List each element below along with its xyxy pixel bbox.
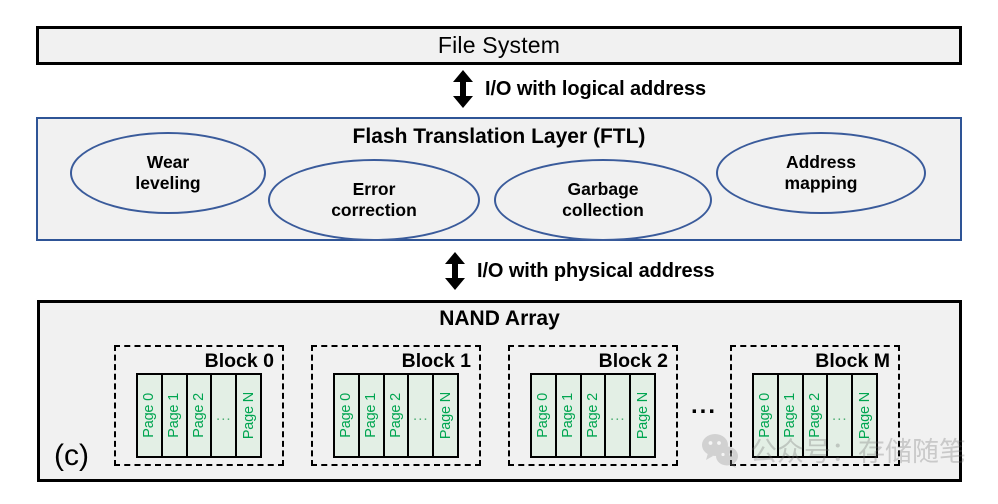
page-label: Page 1 [560, 393, 577, 438]
ftl-function-error-correction-line1: Error [352, 179, 396, 200]
page-label: Page 0 [757, 393, 774, 438]
nand-block: Block 1 Page 0 Page 1 Page 2 ... Page N [311, 345, 481, 466]
nand-block-title: Block 1 [401, 350, 471, 372]
page-cell-ellipsis: ... [606, 375, 632, 456]
nand-block-title: Block M [815, 350, 890, 372]
page-label: Page N [856, 391, 873, 440]
ftl-function-error-correction: Error correction [268, 159, 480, 241]
nand-block-pages: Page 0 Page 1 Page 2 ... Page N [333, 373, 459, 458]
page-label: Page N [240, 391, 257, 440]
double-arrow-vertical-icon [453, 70, 473, 108]
nand-block-pages: Page 0 Page 1 Page 2 ... Page N [530, 373, 656, 458]
page-label: Page 2 [387, 393, 404, 438]
page-ellipsis-label: ... [610, 407, 626, 424]
nand-block-title: Block 2 [598, 350, 668, 372]
page-cell: Page N [434, 375, 457, 456]
panel-label: (c) [54, 439, 89, 472]
page-label: Page 1 [363, 393, 380, 438]
page-label: Page 0 [141, 393, 158, 438]
ftl-function-address-mapping: Address mapping [716, 132, 926, 214]
file-system-box: File System [36, 26, 962, 65]
page-cell: Page 2 [581, 375, 607, 456]
page-label: Page 2 [584, 393, 601, 438]
page-label: Page N [437, 391, 454, 440]
ftl-function-garbage-collection-line2: collection [562, 200, 644, 220]
ftl-function-wear-leveling-line1: Wear [146, 152, 190, 173]
page-label: Page N [634, 391, 651, 440]
ftl-function-wear-leveling-line2: leveling [135, 173, 201, 193]
page-label: Page 1 [166, 393, 183, 438]
nand-block: Block 2 Page 0 Page 1 Page 2 ... Page N [508, 345, 678, 466]
page-ellipsis-label: ... [216, 407, 232, 424]
page-label: Page 2 [190, 393, 207, 438]
page-cell: Page 0 [754, 375, 779, 456]
page-cell-ellipsis: ... [409, 375, 435, 456]
page-cell: Page 1 [162, 375, 188, 456]
page-cell: Page 1 [778, 375, 804, 456]
nand-block-pages: Page 0 Page 1 Page 2 ... Page N [136, 373, 262, 458]
ftl-function-wear-leveling: Wear leveling [70, 132, 266, 214]
page-cell-ellipsis: ... [212, 375, 238, 456]
page-cell: Page 1 [556, 375, 582, 456]
page-cell: Page 1 [359, 375, 385, 456]
page-cell: Page N [853, 375, 876, 456]
page-cell: Page 0 [532, 375, 557, 456]
page-ellipsis-label: ... [832, 407, 848, 424]
file-system-label: File System [437, 32, 561, 58]
nand-blocks-row: Block 0 Page 0 Page 1 Page 2 ... Page N … [114, 345, 950, 469]
io-physical-address-label: I/O with physical address [477, 259, 715, 282]
nand-block: Block M Page 0 Page 1 Page 2 ... Page N [730, 345, 900, 466]
nand-array-title: NAND Array [439, 307, 560, 330]
page-cell: Page N [237, 375, 260, 456]
nand-array-box: NAND Array (c) Block 0 Page 0 Page 1 Pag… [37, 300, 962, 482]
double-arrow-vertical-icon [445, 252, 465, 290]
page-label: Page 0 [338, 393, 355, 438]
io-logical-address-arrow-group: I/O with logical address [452, 68, 706, 110]
ftl-function-address-mapping-line2: mapping [784, 173, 858, 193]
page-label: Page 1 [782, 393, 799, 438]
ftl-function-garbage-collection: Garbage collection [494, 159, 712, 241]
io-physical-address-arrow-group: I/O with physical address [444, 250, 715, 292]
blocks-ellipsis: ... [690, 391, 717, 419]
page-cell-ellipsis: ... [828, 375, 854, 456]
nand-block: Block 0 Page 0 Page 1 Page 2 ... Page N [114, 345, 284, 466]
diagram-canvas: File System I/O with logical address Fla… [0, 0, 998, 504]
io-logical-address-label: I/O with logical address [485, 77, 706, 100]
page-cell: Page N [631, 375, 654, 456]
page-label: Page 2 [806, 393, 823, 438]
ftl-function-error-correction-line2: correction [331, 200, 417, 220]
page-ellipsis-label: ... [413, 407, 429, 424]
page-cell: Page 2 [187, 375, 213, 456]
ftl-function-garbage-collection-line1: Garbage [567, 179, 639, 200]
nand-block-title: Block 0 [204, 350, 274, 372]
page-label: Page 0 [535, 393, 552, 438]
page-cell: Page 2 [803, 375, 829, 456]
nand-block-pages: Page 0 Page 1 Page 2 ... Page N [752, 373, 878, 458]
page-cell: Page 0 [335, 375, 360, 456]
flash-translation-layer-box: Flash Translation Layer (FTL) Wear level… [36, 117, 962, 241]
ftl-function-address-mapping-line1: Address [785, 152, 857, 173]
page-cell: Page 0 [138, 375, 163, 456]
page-cell: Page 2 [384, 375, 410, 456]
